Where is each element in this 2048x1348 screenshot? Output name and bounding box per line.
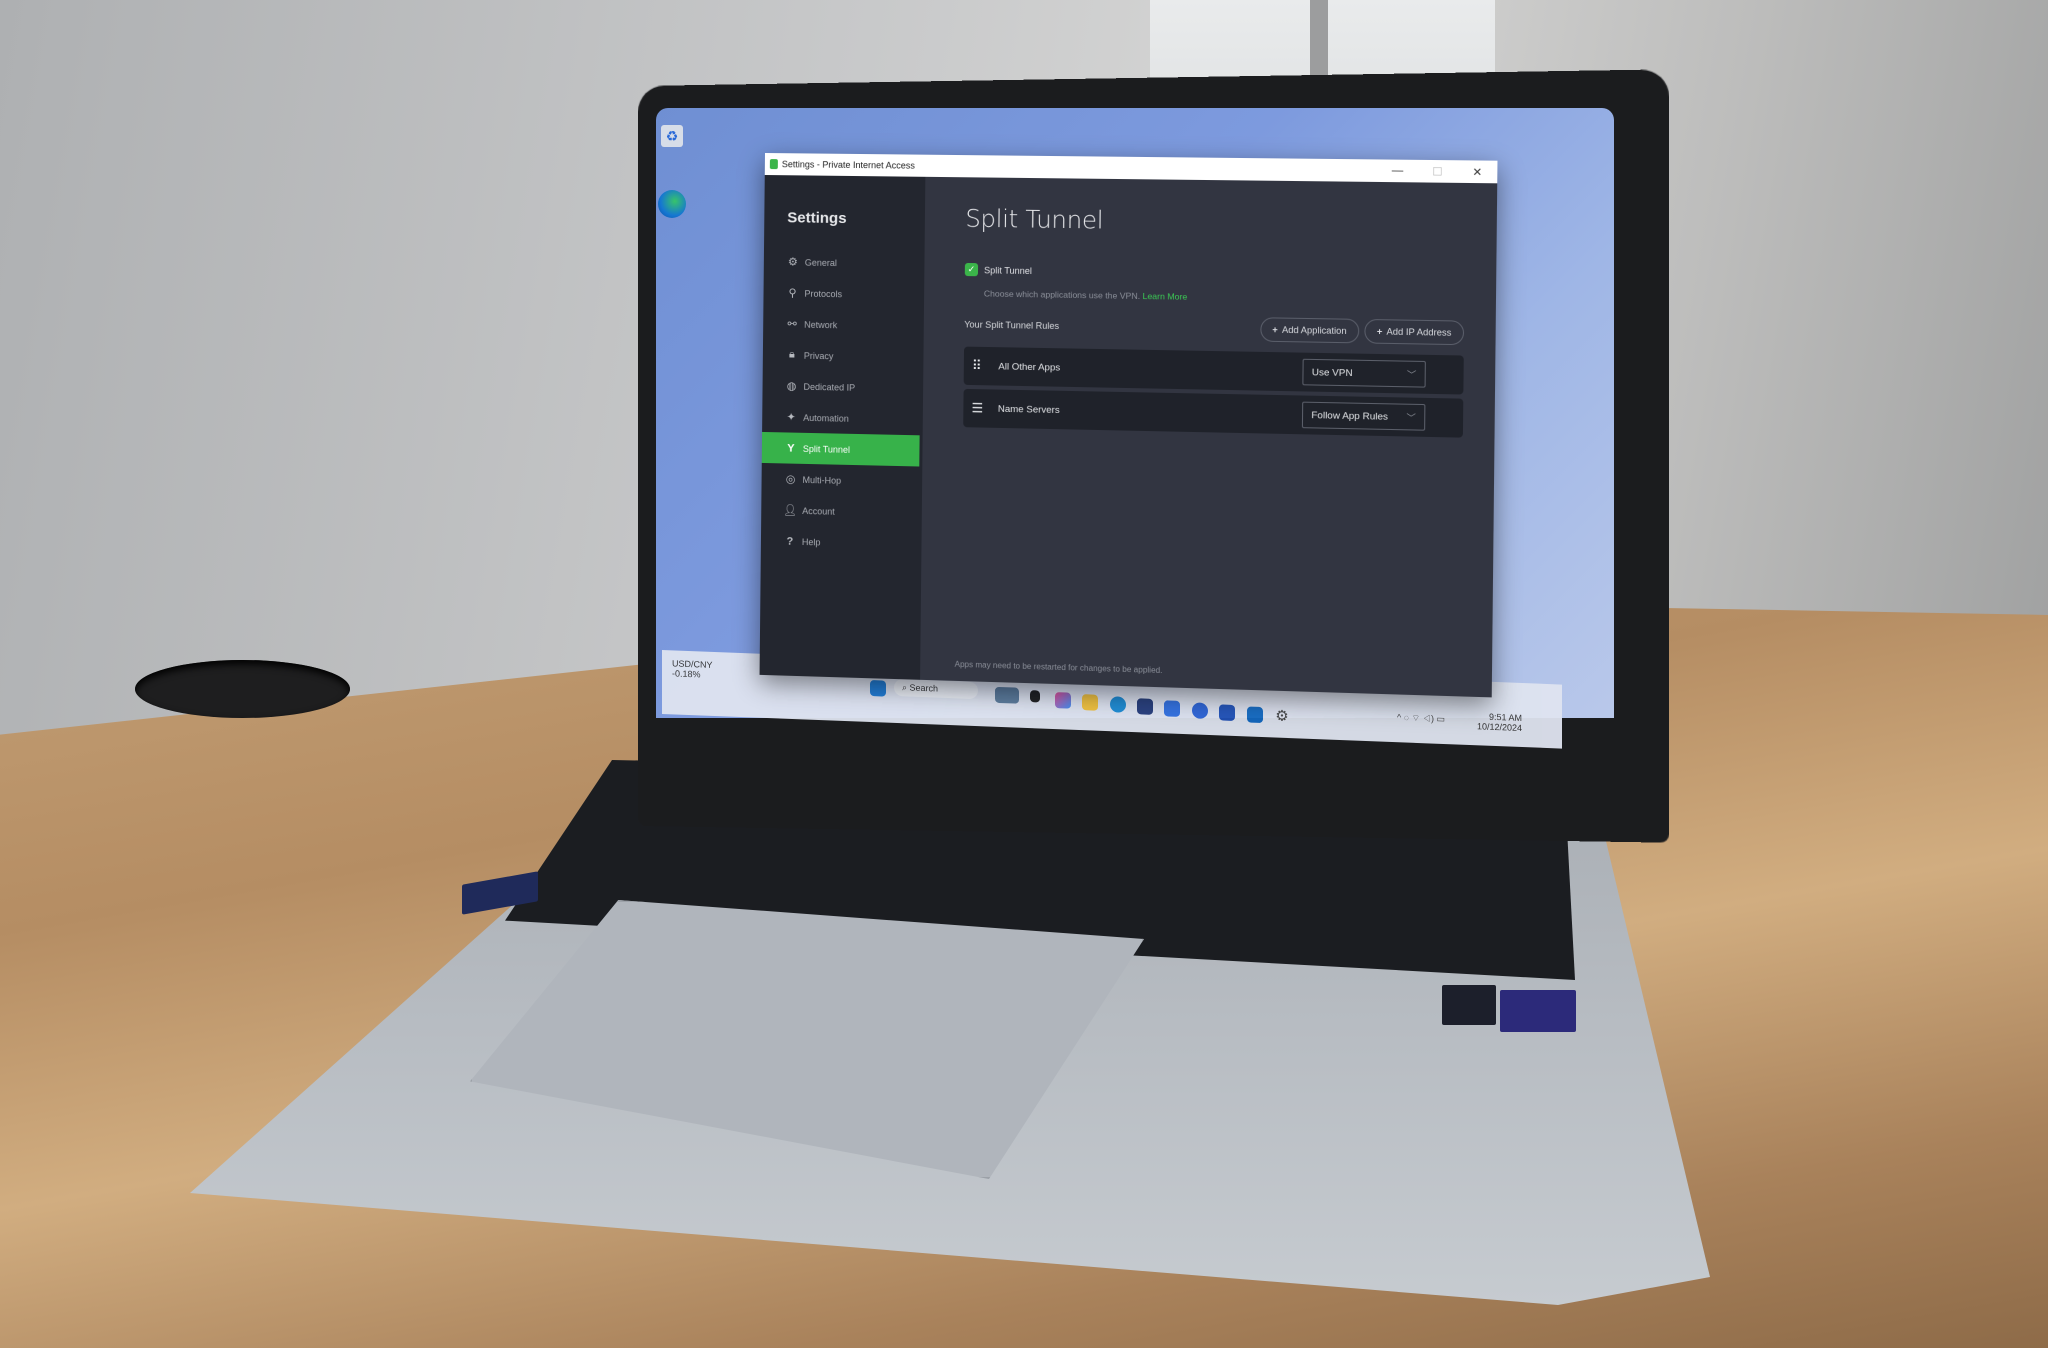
rule-action-select[interactable]: Use VPN ﹀	[1302, 358, 1426, 388]
sidebar-item-network[interactable]: ⚯ Network	[763, 308, 924, 342]
sidebar-item-privacy[interactable]: 🔒︎ Privacy	[763, 339, 924, 373]
clock[interactable]: 9:51 AM 10/12/2024	[1477, 711, 1522, 733]
clock-date: 10/12/2024	[1477, 721, 1523, 734]
split-tunnel-description: Choose which applications use the VPN. L…	[984, 288, 1496, 306]
lightbulb-icon: ✦	[786, 411, 796, 424]
rules-heading: Your Split Tunnel Rules	[964, 319, 1060, 332]
file-explorer-icon[interactable]	[1082, 694, 1098, 711]
sidebar-item-label: Network	[804, 319, 838, 330]
amd-sticker	[1442, 985, 1496, 1025]
network-icon: ⚯	[787, 318, 797, 331]
copilot-icon[interactable]	[1055, 692, 1071, 709]
sidebar-item-label: Protocols	[804, 288, 843, 299]
globe-icon: ◎	[785, 473, 796, 486]
store-icon[interactable]	[1137, 698, 1153, 715]
protocols-icon: ⚲	[788, 287, 797, 300]
chevron-down-icon: ﹀	[1406, 412, 1416, 423]
sidebar-item-protocols[interactable]: ⚲ Protocols	[763, 277, 924, 311]
split-tunnel-checkbox[interactable]: ✓	[964, 262, 979, 277]
plus-icon: +	[1376, 326, 1383, 337]
close-button[interactable]: ✕	[1457, 165, 1497, 179]
sidebar-item-label: Automation	[803, 412, 849, 424]
sidebar-item-label: Help	[801, 536, 821, 547]
user-icon: 👤︎	[783, 504, 798, 517]
search-icon: ⌕	[902, 682, 910, 693]
pia-settings-window: Settings - Private Internet Access — ☐ ✕…	[759, 153, 1498, 698]
description-text: Choose which applications use the VPN.	[983, 288, 1141, 302]
rule-row-all-other-apps: ⠿ All Other Apps Use VPN ﹀	[963, 346, 1464, 395]
sidebar-item-label: Split Tunnel	[802, 443, 851, 455]
rules-header: Your Split Tunnel Rules + Add Application…	[964, 312, 1496, 346]
rule-name: Name Servers	[997, 403, 1060, 416]
edge-desktop-icon[interactable]	[652, 190, 692, 218]
server-icon: ☰	[971, 400, 984, 416]
task-view-icon[interactable]	[1030, 690, 1040, 703]
page-title: Split Tunnel	[965, 204, 1104, 235]
sidebar-item-general[interactable]: ⚙ General	[764, 246, 925, 279]
sidebar-heading: Settings	[787, 209, 847, 228]
minimize-button[interactable]: —	[1378, 164, 1418, 178]
select-value: Use VPN	[1311, 366, 1353, 379]
app-icon-blue-2[interactable]	[1192, 702, 1208, 719]
gear-icon: ⚙	[787, 256, 798, 269]
start-button[interactable]	[870, 679, 886, 697]
rule-action-select[interactable]: Follow App Rules ﹀	[1301, 401, 1426, 431]
split-tunnel-page: Split Tunnel ✓ Split Tunnel Choose which…	[920, 176, 1498, 698]
add-ip-address-label: Add IP Address	[1386, 326, 1452, 338]
outlook-icon[interactable]	[1247, 706, 1263, 724]
sidebar-item-label: Account	[802, 505, 835, 517]
restart-footnote: Apps may need to be restarted for change…	[954, 659, 1163, 676]
window-title: Settings - Private Internet Access	[781, 159, 915, 171]
sidebar-item-label: General	[804, 257, 837, 268]
desk-cable-grommet	[135, 660, 350, 718]
rule-name: All Other Apps	[998, 360, 1061, 374]
add-application-label: Add Application	[1281, 324, 1347, 337]
app-icon-blue-1[interactable]	[1164, 700, 1180, 717]
add-ip-address-button[interactable]: + Add IP Address	[1364, 318, 1465, 346]
sidebar-item-dedicated-ip[interactable]: ◍ Dedicated IP	[762, 370, 923, 404]
sidebar-item-label: Privacy	[803, 350, 834, 361]
learn-more-link[interactable]: Learn More	[1143, 291, 1188, 302]
sidebar-item-automation[interactable]: ✦ Automation	[762, 401, 923, 435]
settings-gear-icon[interactable]: ⚙	[1274, 708, 1290, 726]
sidebar-item-multi-hop[interactable]: ◎ Multi-Hop	[761, 463, 922, 498]
sidebar-item-split-tunnel[interactable]: Y Split Tunnel	[761, 431, 920, 467]
app-grid-icon: ⠿	[971, 357, 982, 374]
taskbar-search[interactable]: ⌕ Search	[894, 678, 979, 700]
maximize-button[interactable]: ☐	[1417, 164, 1457, 178]
app-icon-blue-3[interactable]	[1219, 704, 1235, 722]
select-value: Follow App Rules	[1311, 409, 1389, 423]
settings-sidebar: Settings ⚙ General ⚲ Protocols ⚯ Network 🔒︎…	[759, 174, 926, 680]
intel-arc-sticker	[1500, 990, 1576, 1032]
pia-lock-icon	[769, 159, 778, 170]
sidebar-item-account[interactable]: 👤︎ Account	[761, 494, 922, 529]
settings-nav: ⚙ General ⚲ Protocols ⚯ Network 🔒︎ Privacy ◍…	[761, 246, 925, 560]
weather-widget[interactable]: USD/CNY -0.18%	[672, 658, 713, 680]
chevron-down-icon: ﹀	[1406, 369, 1417, 380]
system-tray[interactable]: ^ ◌ ⌔ ◁) ▭	[1397, 712, 1445, 725]
help-icon: ?	[786, 535, 794, 548]
recycle-bin-icon[interactable]: ♻	[652, 125, 692, 147]
sidebar-item-label: Dedicated IP	[803, 381, 856, 393]
edge-icon[interactable]	[1110, 696, 1126, 713]
split-tunnel-icon: Y	[787, 441, 795, 455]
sidebar-item-label: Multi-Hop	[802, 474, 842, 486]
lock-icon: 🔒︎	[788, 348, 795, 361]
add-application-button[interactable]: + Add Application	[1259, 317, 1360, 344]
plus-icon: +	[1272, 324, 1278, 335]
widget-value: -0.18%	[672, 668, 701, 680]
rule-row-name-servers: ☰ Name Servers Follow App Rules ﹀	[963, 388, 1464, 438]
dedicated-ip-icon: ◍	[786, 380, 797, 393]
split-tunnel-toggle-row: ✓ Split Tunnel	[964, 262, 1497, 284]
widgets-icon[interactable]	[995, 686, 1019, 704]
sidebar-item-help[interactable]: ? Help	[761, 525, 922, 560]
split-tunnel-checkbox-label[interactable]: Split Tunnel	[984, 265, 1032, 276]
